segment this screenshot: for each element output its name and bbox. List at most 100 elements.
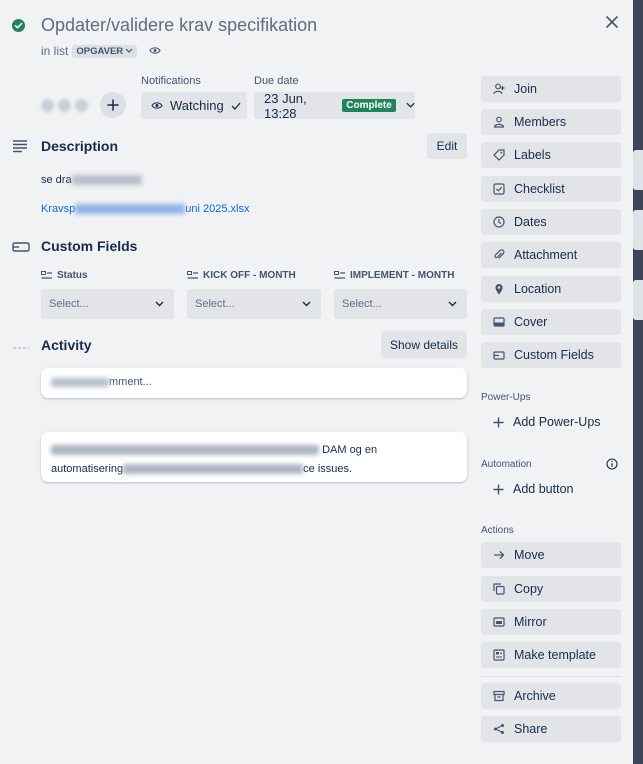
redacted-text (123, 464, 304, 475)
share-label: Share (514, 722, 548, 736)
copy-button[interactable]: Copy (481, 576, 621, 602)
status-select[interactable]: Select... (41, 289, 174, 319)
archive-icon (493, 690, 505, 702)
redacted-text (51, 377, 109, 387)
watching-button[interactable]: Watching (141, 92, 247, 119)
cf-label-text: Status (57, 270, 88, 281)
watching-label: Watching (170, 98, 224, 113)
avatar[interactable] (41, 98, 54, 112)
comment-card: DAM og en automatisering ce issues. (41, 432, 467, 482)
move-button[interactable]: Move (481, 542, 621, 568)
archive-label: Archive (514, 689, 556, 703)
chevron-down-icon (125, 48, 133, 53)
due-date-button[interactable]: 23 Jun, 13:28 Complete (254, 90, 415, 121)
avatar[interactable] (58, 98, 71, 112)
in-list-prefix: in list (41, 44, 69, 58)
actions-heading: Actions (481, 525, 514, 536)
copy-icon (493, 583, 505, 595)
labels-label: Labels (514, 148, 551, 162)
cover-icon (493, 316, 505, 328)
join-icon (493, 83, 505, 95)
due-date-label: Due date (254, 75, 299, 87)
list-name: OPGAVER (76, 45, 124, 57)
description-heading: Description (41, 138, 119, 154)
arrow-right-icon (493, 549, 505, 561)
checklist-label: Checklist (514, 182, 565, 196)
custom-fields-label: Custom Fields (514, 348, 594, 362)
add-powerups-label: Add Power-Ups (513, 415, 601, 429)
kickoff-month-select[interactable]: Select... (187, 289, 321, 319)
plus-icon (493, 416, 504, 428)
add-member-button[interactable] (100, 92, 126, 118)
plus-icon (107, 99, 119, 111)
mirror-button[interactable]: Mirror (481, 609, 621, 635)
cf-label-implement: IMPLEMENT - MONTH (334, 270, 454, 281)
card-title[interactable]: Opdater/validere krav specifikation (41, 15, 317, 36)
field-icon (334, 271, 345, 279)
comment-line: DAM og en (51, 441, 457, 460)
redacted-text (51, 445, 319, 456)
checklist-button[interactable]: Checklist (481, 176, 621, 202)
plus-icon (493, 483, 504, 495)
mirror-icon (493, 616, 505, 628)
add-button-button[interactable]: Add button (481, 476, 621, 502)
info-icon[interactable] (606, 457, 618, 475)
activity-icon (12, 338, 30, 356)
close-button[interactable] (600, 10, 624, 34)
due-date-value: 23 Jun, 13:28 (264, 90, 307, 121)
check-icon (231, 102, 241, 110)
select-placeholder: Select... (195, 298, 235, 310)
move-label: Move (514, 548, 545, 562)
eye-icon (151, 102, 163, 109)
cf-label-kickoff: KICK OFF - MONTH (187, 270, 296, 281)
edit-description-button[interactable]: Edit (427, 133, 467, 159)
cf-label-status: Status (41, 270, 88, 281)
add-powerups-button[interactable]: Add Power-Ups (481, 409, 621, 435)
labels-button[interactable]: Labels (481, 142, 621, 168)
clock-icon (493, 216, 505, 228)
implement-month-select[interactable]: Select... (334, 289, 467, 319)
powerups-heading: Power-Ups (481, 392, 531, 403)
members-label: Members (514, 115, 567, 129)
status-badge: Complete (342, 99, 396, 112)
attachment-link[interactable]: Kravsp uni 2025.xlsx (41, 203, 249, 215)
redacted-text (75, 204, 186, 215)
members-button[interactable]: Members (481, 109, 621, 135)
list-breadcrumb: in list OPGAVER (41, 44, 161, 58)
comment-input[interactable]: mment... (41, 368, 467, 398)
join-label: Join (514, 82, 537, 96)
field-icon (41, 271, 52, 279)
board-background (633, 0, 643, 764)
cf-label-text: IMPLEMENT - MONTH (350, 270, 455, 281)
attachment-button[interactable]: Attachment (481, 242, 621, 268)
join-button[interactable]: Join (481, 76, 621, 102)
custom-fields-icon (12, 240, 30, 258)
card-detail-modal: Opdater/validere krav specifikation in l… (0, 0, 633, 764)
location-button[interactable]: Location (481, 276, 621, 302)
show-details-button[interactable]: Show details (381, 331, 467, 358)
comment-line2-start: automatisering (51, 463, 124, 475)
share-button[interactable]: Share (481, 716, 621, 742)
custom-fields-button[interactable]: Custom Fields (481, 342, 621, 368)
activity-heading: Activity (41, 337, 92, 353)
select-placeholder: Select... (49, 298, 89, 310)
template-icon (493, 649, 505, 661)
background-card (633, 280, 643, 320)
dates-button[interactable]: Dates (481, 209, 621, 235)
background-card (633, 150, 643, 190)
comment-line: automatisering ce issues. (51, 460, 457, 479)
cover-button[interactable]: Cover (481, 309, 621, 335)
tag-icon (493, 149, 505, 161)
list-selector[interactable]: OPGAVER (72, 44, 138, 58)
description-text[interactable]: se dra (41, 174, 142, 186)
background-card (633, 210, 643, 250)
archive-button[interactable]: Archive (481, 683, 621, 709)
share-icon (493, 723, 505, 735)
complete-check-icon[interactable] (12, 19, 25, 32)
add-button-label: Add button (513, 482, 574, 496)
location-label: Location (514, 282, 562, 296)
avatar[interactable] (75, 98, 88, 112)
make-template-button[interactable]: Make template (481, 642, 621, 668)
comment-line2-end: ce issues. (303, 463, 353, 475)
field-icon (187, 271, 198, 279)
